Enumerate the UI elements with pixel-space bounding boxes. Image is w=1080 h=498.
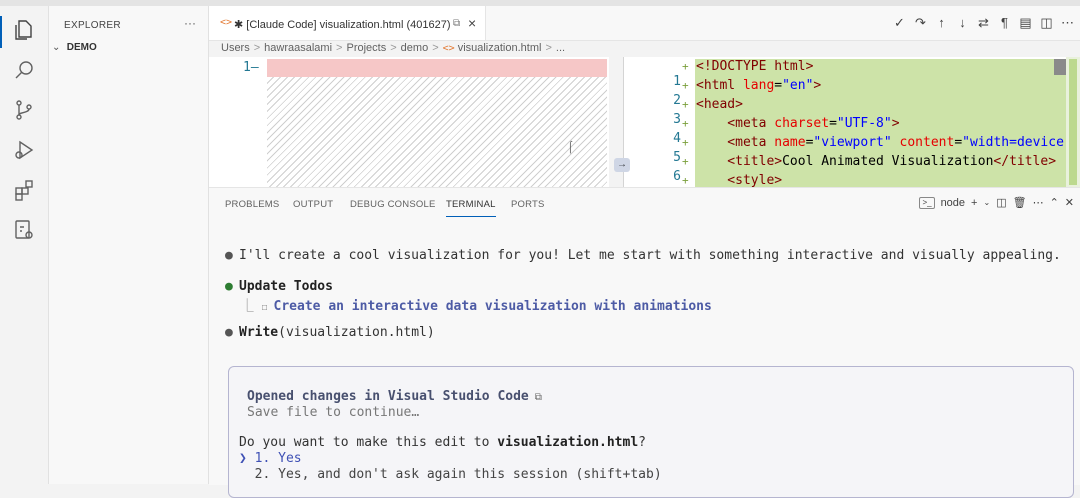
code-line: 5 + <meta name="viewport" content="width=… xyxy=(639,135,1079,165)
pilcrow-icon[interactable]: ¶ xyxy=(996,15,1013,31)
breadcrumb-user[interactable]: hawraasalami xyxy=(264,42,332,54)
swap-icon[interactable]: ⇄ xyxy=(975,15,992,31)
chevron-right-icon: > xyxy=(336,42,343,54)
deleted-line-highlight xyxy=(267,59,607,77)
write-tool-call: ● Write(visualization.html) xyxy=(225,325,435,340)
accept-icon[interactable]: ✓ xyxy=(891,15,908,31)
arrow-right-icon[interactable]: → xyxy=(614,158,630,172)
explorer-icon[interactable] xyxy=(12,18,36,42)
terminal-name[interactable]: node xyxy=(941,197,965,209)
folder-label: DEMO xyxy=(66,42,97,53)
empty-diff-hatch xyxy=(267,77,607,187)
opened-changes-line: Opened changes in Visual Studio Code ⧉ xyxy=(247,389,542,404)
right-scrollbar[interactable] xyxy=(1054,59,1066,75)
html-file-icon: <> xyxy=(220,17,233,28)
extensions-icon[interactable] xyxy=(12,178,36,202)
todos-heading: ● Update Todos xyxy=(225,279,333,294)
tab-visualization-diff[interactable]: <> ✱ [Claude Code] visualization.html (4… xyxy=(209,6,486,40)
chevron-right-icon: > xyxy=(253,42,261,54)
code-line: 7+ <style> xyxy=(639,173,1079,187)
add-terminal-icon[interactable]: + xyxy=(971,197,977,209)
chevron-right-icon: > xyxy=(545,42,552,54)
breadcrumb-ellipsis[interactable]: ... xyxy=(556,42,565,54)
close-panel-icon[interactable]: ✕ xyxy=(1065,196,1074,209)
chevron-down-icon: ⌄ xyxy=(52,42,61,53)
breadcrumb-demo[interactable]: demo xyxy=(401,42,429,54)
save-hint: Save file to continue… xyxy=(247,405,420,420)
terminal-icon: >_ xyxy=(919,196,935,209)
run-debug-icon[interactable] xyxy=(12,138,36,162)
split-editor-icon[interactable]: ◫ xyxy=(1038,15,1055,31)
edit-question: Do you want to make this edit to visuali… xyxy=(239,435,646,450)
code-line: 6 + <title>Cool Animated Visualization</t… xyxy=(639,154,1079,184)
breadcrumb-projects[interactable]: Projects xyxy=(346,42,386,54)
source-control-icon[interactable] xyxy=(12,98,36,122)
text-cursor-icon: ⌠ xyxy=(567,141,574,153)
copy-icon: ⧉ xyxy=(453,18,461,29)
trash-icon[interactable]: 🗑 xyxy=(1013,196,1027,209)
tab-debug-console[interactable]: DEBUG CONSOLE xyxy=(350,199,435,210)
search-icon[interactable] xyxy=(12,58,36,82)
arrow-up-icon[interactable]: ↑ xyxy=(933,15,950,31)
option-yes[interactable]: ❯ 1. Yes xyxy=(239,451,302,466)
code-line: 3 + <head> xyxy=(639,97,1079,127)
chevron-right-icon: > xyxy=(390,42,397,54)
breadcrumb-file[interactable]: visualization.html xyxy=(458,42,542,54)
modified-pane[interactable]: 1 + <!DOCTYPE html> 2 + <html lang="en"> 3… xyxy=(639,57,1079,187)
edit-confirmation-box: Opened changes in Visual Studio Code ⧉ S… xyxy=(228,366,1074,498)
left-line-number: 1— xyxy=(243,60,259,75)
more-actions-icon[interactable]: ⋯ xyxy=(1059,15,1076,31)
more-actions-icon[interactable]: ⋯ xyxy=(1033,196,1044,209)
tab-problems[interactable]: PROBLEMS xyxy=(225,199,279,210)
explorer-sidebar: EXPLORER ··· ⌄ DEMO xyxy=(49,6,209,484)
explorer-title: EXPLORER xyxy=(64,20,121,31)
panel-actions: >_ node + ⌄ ◫ 🗑 ⋯ ⌃ ✕ xyxy=(919,196,1074,209)
arrow-down-icon[interactable]: ↓ xyxy=(954,15,971,31)
tab-ports[interactable]: PORTS xyxy=(511,199,545,210)
tab-label: ✱ [Claude Code] visualization.html (4016… xyxy=(234,19,451,31)
tab-terminal[interactable]: TERMINAL xyxy=(446,199,496,217)
folder-demo[interactable]: ⌄ DEMO xyxy=(52,42,97,53)
diff-overview-ruler xyxy=(1066,57,1080,187)
remote-explorer-icon[interactable] xyxy=(12,218,36,242)
code-line: 4 + <meta charset="UTF-8"> xyxy=(639,116,1079,146)
editor-tabs: <> ✱ [Claude Code] visualization.html (4… xyxy=(209,6,1080,41)
original-pane[interactable]: ⌠ xyxy=(267,57,609,187)
tab-output[interactable]: OUTPUT xyxy=(293,199,333,210)
close-icon[interactable]: × xyxy=(468,15,476,31)
explorer-more-icon[interactable]: ··· xyxy=(184,16,196,30)
breadcrumb: Users > hawraasalami > Projects > demo > <> visua… xyxy=(221,42,565,54)
chevron-right-icon: > xyxy=(432,42,439,54)
editor-actions: ✓ ↷ ↑ ↓ ⇄ ¶ ▤ ◫ ⋯ xyxy=(891,15,1076,31)
breadcrumb-users[interactable]: Users xyxy=(221,42,250,54)
activity-bar xyxy=(0,6,49,484)
todo-item: ⎿ ☐ Create an interactive data visualiza… xyxy=(225,299,712,314)
diff-editor[interactable]: 1— ⌠ → 1 + <!DOCTYPE html> 2 + <html lang=… xyxy=(209,57,1080,187)
revert-icon[interactable]: ↷ xyxy=(912,15,929,31)
split-terminal-icon[interactable]: ◫ xyxy=(996,196,1006,209)
bottom-panel: PROBLEMS OUTPUT DEBUG CONSOLE TERMINAL P… xyxy=(209,187,1080,498)
code-line: 2 + <html lang="en"> xyxy=(639,78,1079,108)
chevron-down-icon[interactable]: ⌄ xyxy=(983,198,990,207)
assistant-message: ● I'll create a cool visualization for yo… xyxy=(225,248,1061,263)
active-indicator xyxy=(0,16,2,48)
code-line: 1 + <!DOCTYPE html> xyxy=(639,59,1079,89)
html-file-icon: <> xyxy=(442,43,455,54)
option-yes-dont-ask[interactable]: 2. Yes, and don't ask again this session… xyxy=(239,467,662,482)
open-preview-icon[interactable]: ▤ xyxy=(1017,15,1034,31)
maximize-panel-icon[interactable]: ⌃ xyxy=(1050,196,1059,209)
